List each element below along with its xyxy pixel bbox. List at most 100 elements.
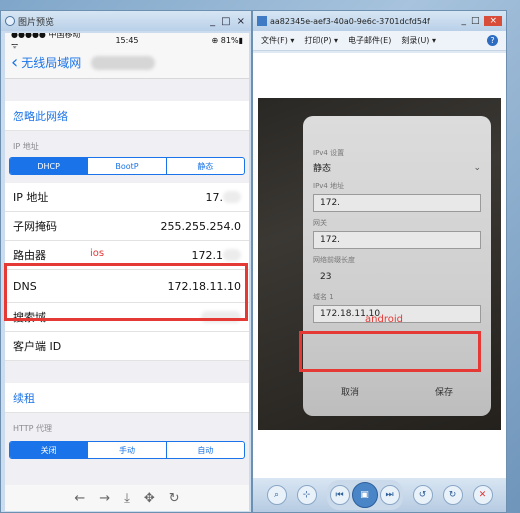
blur-mask — [201, 311, 241, 323]
subnet-mask-row: 子网掩码 255.255.254.0 — [5, 212, 249, 241]
segment-proxy-off[interactable]: 关闭 — [10, 442, 89, 458]
row-value: 172.1 — [191, 248, 224, 262]
left-window-titlebar[interactable]: 图片预览 _ □ × — [1, 11, 251, 31]
maximize-button[interactable]: □ — [221, 16, 230, 27]
ios-status-bar: ●●●●● 中国移动 ᯤ 15:45 ⊕ 81%▮ — [5, 33, 249, 50]
gateway-field: 172. — [313, 231, 481, 249]
client-id-row[interactable]: 客户端 ID — [5, 332, 249, 361]
ip-address-row: IP 地址 17. — [5, 183, 249, 212]
minimize-button[interactable]: _ — [210, 16, 215, 27]
download-icon[interactable]: ⤓ — [124, 491, 130, 506]
ipv4-address-value: 172. — [320, 198, 341, 208]
right-window-title: aa82345e-aef3-40a0-9e6c-3701dcfd54f — [270, 16, 430, 26]
menu-email[interactable]: 电子邮件(E) — [348, 35, 391, 46]
ipv4-mode-value: 静态 — [313, 164, 332, 174]
crop-icon[interactable]: ✥ — [144, 491, 155, 506]
dns1-label: 域名 1 — [313, 293, 334, 301]
maximize-button[interactable]: □ — [471, 16, 480, 26]
prefix-length-field: 23 — [313, 268, 481, 286]
battery-indicator: ⊕ 81%▮ — [211, 35, 243, 45]
rotate-cw-icon[interactable]: ↻ — [442, 485, 463, 505]
back-button[interactable]: 无线局域网 — [21, 54, 81, 71]
menu-burn[interactable]: 刻录(U) ▾ — [401, 35, 436, 46]
search-domain-row[interactable]: 搜索域 — [5, 303, 249, 332]
chevron-down-icon: ⌄ — [473, 162, 481, 173]
carrier-label: ●●●●● 中国移动 ᯤ — [11, 33, 81, 50]
menu-print[interactable]: 打印(P) ▾ — [304, 35, 338, 46]
row-value: 255.255.254.0 — [160, 219, 241, 233]
ip-mode-segmented-control[interactable]: DHCP BootP 静态 — [9, 157, 245, 175]
row-label: 子网掩码 — [13, 220, 57, 233]
left-preview-window: 图片预览 _ □ × ●●●●● 中国移动 ᯤ 15:45 ⊕ 81%▮ ‹ 无… — [0, 10, 252, 513]
left-window-title: 图片预览 — [18, 17, 55, 28]
rotate-icon[interactable]: ↻ — [169, 491, 180, 506]
renew-lease-button[interactable]: 续租 — [5, 383, 249, 413]
right-photo-viewer-window: aa82345e-aef3-40a0-9e6c-3701dcfd54f _ □ … — [252, 10, 507, 513]
blur-mask — [223, 191, 241, 203]
row-label: 客户端 ID — [13, 340, 62, 353]
delete-icon[interactable]: ✕ — [472, 485, 493, 505]
menu-file[interactable]: 文件(F) ▾ — [261, 35, 294, 46]
cancel-label: 取消 — [340, 388, 359, 398]
ios-nav-bar: ‹ 无线局域网 — [5, 47, 249, 79]
dns-value: 172.18.11.10 — [167, 279, 241, 293]
zoom-icon[interactable]: ⌕ — [266, 485, 287, 505]
back-chevron-icon[interactable]: ‹ — [11, 53, 18, 72]
arrow-left-icon[interactable]: ← — [74, 491, 85, 506]
ipv4-address-field: 172. — [313, 194, 481, 212]
router-row: 路由器 172.1 — [5, 241, 249, 270]
ipv4-mode-select: 静态 ⌄ — [303, 158, 491, 177]
row-label: 搜索域 — [13, 311, 46, 324]
close-button[interactable]: × — [237, 16, 245, 27]
minimize-button[interactable]: _ — [461, 16, 466, 26]
arrow-right-icon[interactable]: → — [99, 491, 110, 506]
ip-section-header: IP 地址 — [13, 142, 39, 151]
status-time: 15:45 — [115, 35, 139, 45]
segment-proxy-auto[interactable]: 自动 — [167, 442, 244, 458]
viewer-control-bar: ⌕ ⊹ ⏮ ▣ ⏭ ↺ ↻ ✕ — [253, 478, 506, 512]
ios-annotation: ios — [90, 248, 105, 259]
ios-screen: ●●●●● 中国移动 ᯤ 15:45 ⊕ 81%▮ ‹ 无线局域网 忽略此网络 … — [5, 33, 249, 511]
photo-viewer-icon — [5, 16, 15, 26]
segment-bootp[interactable]: BootP — [88, 158, 167, 174]
prefix-length-value: 23 — [320, 272, 332, 282]
image-canvas: IPv4 设置 静态 ⌄ IPv4 地址 172. 网关 172. 网络前缀长度… — [253, 53, 506, 479]
right-window-titlebar[interactable]: aa82345e-aef3-40a0-9e6c-3701dcfd54f _ □ … — [253, 11, 506, 31]
segment-dhcp[interactable]: DHCP — [10, 158, 89, 174]
proxy-mode-segmented-control[interactable]: 关闭 手动 自动 — [9, 441, 245, 459]
row-value: 17. — [205, 190, 224, 204]
segment-static[interactable]: 静态 — [167, 158, 244, 174]
navigation-pill: ⏮ ▣ ⏭ — [326, 480, 403, 510]
android-photo: IPv4 设置 静态 ⌄ IPv4 地址 172. 网关 172. 网络前缀长度… — [258, 98, 501, 430]
actual-size-icon[interactable]: ⊹ — [296, 485, 317, 505]
image-file-icon — [257, 16, 267, 26]
ip-info-list: IP 地址 17. 子网掩码 255.255.254.0 路由器 172.1 D… — [5, 183, 249, 361]
save-label: 保存 — [434, 388, 453, 398]
gateway-label: 网关 — [313, 219, 327, 227]
http-proxy-header: HTTP 代理 — [13, 424, 53, 433]
gateway-value: 172. — [320, 235, 341, 245]
row-label: IP 地址 — [13, 191, 49, 204]
forget-network-button[interactable]: 忽略此网络 — [5, 101, 249, 131]
previous-icon[interactable]: ⏮ — [329, 485, 350, 505]
android-annotation: android — [365, 314, 403, 325]
blurred-network-name — [91, 55, 156, 70]
close-button[interactable]: × — [484, 16, 502, 26]
ipv4-address-label: IPv4 地址 — [313, 182, 345, 190]
help-icon[interactable]: ? — [487, 35, 498, 46]
dns-row[interactable]: DNS 172.18.11.10 — [5, 270, 249, 303]
segment-proxy-manual[interactable]: 手动 — [88, 442, 167, 458]
dialog-actions: 取消 保存 — [303, 385, 491, 398]
ipv4-settings-label: IPv4 设置 — [313, 149, 345, 157]
rotate-ccw-icon[interactable]: ↺ — [412, 485, 433, 505]
prefix-length-label: 网络前缀长度 — [313, 256, 355, 264]
preview-toolbar: ← → ⤓ ✥ ↻ — [5, 485, 249, 511]
slideshow-icon[interactable]: ▣ — [351, 482, 378, 508]
renew-lease-label: 续租 — [13, 391, 35, 405]
viewer-menu-bar: 文件(F) ▾ 打印(P) ▾ 电子邮件(E) 刻录(U) ▾ ? — [253, 31, 506, 51]
row-label: DNS — [13, 279, 37, 293]
forget-network-label: 忽略此网络 — [13, 109, 68, 123]
android-settings-screen: IPv4 设置 静态 ⌄ IPv4 地址 172. 网关 172. 网络前缀长度… — [303, 116, 491, 416]
blur-mask — [223, 249, 241, 261]
next-icon[interactable]: ⏭ — [379, 485, 400, 505]
